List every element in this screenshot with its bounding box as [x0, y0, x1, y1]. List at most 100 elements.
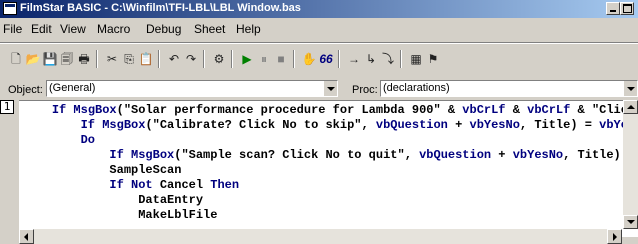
toolbar-separator: [158, 50, 160, 68]
maximize-button[interactable]: [620, 2, 634, 15]
code-line[interactable]: If MsgBox("Solar performance procedure f…: [23, 103, 635, 117]
step-over-icon[interactable]: ↳: [363, 51, 379, 67]
code-text: ("Sample scan? Click No to quit",: [174, 148, 420, 162]
toolbar-separator: [293, 50, 295, 68]
pause-icon[interactable]: ⏸: [256, 51, 272, 67]
scroll-down-icon[interactable]: [623, 215, 638, 229]
object-label: Object:: [8, 84, 43, 96]
toolbar-separator: [96, 50, 98, 68]
paste-icon[interactable]: 📋: [138, 51, 154, 67]
code-keyword: vbYesNo: [469, 118, 520, 132]
code-line[interactable]: SampleScan: [23, 163, 181, 177]
vertical-scrollbar[interactable]: [623, 100, 638, 229]
code-keyword: Do: [80, 133, 96, 147]
undo-icon[interactable]: ↶: [166, 51, 182, 67]
toolbar-divider: [0, 42, 638, 44]
quick-watch-icon[interactable]: 66: [318, 51, 334, 67]
code-keyword: If: [80, 118, 103, 132]
toggle-breakpoint-icon[interactable]: ✋: [301, 51, 317, 67]
code-line[interactable]: DataEntry: [23, 193, 203, 207]
code-keyword: vbYesNo: [512, 148, 564, 162]
code-keyword: MsgBox: [102, 118, 146, 132]
window-title: FilmStar BASIC - C:\Winfilm\TFI-LBL\LBL …: [20, 2, 301, 14]
toolbar-separator: [400, 50, 402, 68]
toolbar-separator: [338, 50, 340, 68]
proc-dropdown[interactable]: (declarations): [380, 80, 638, 97]
code-keyword: vbQuestion: [419, 148, 492, 162]
code-keyword: MsgBox: [131, 148, 175, 162]
code-keyword: vbCrLf: [462, 103, 506, 117]
object-dropdown[interactable]: (General): [46, 80, 338, 97]
dialog-editor-icon[interactable]: ⚙: [211, 51, 227, 67]
redo-icon[interactable]: ↷: [183, 51, 199, 67]
object-browser-icon[interactable]: ▦: [408, 51, 424, 67]
code-editor[interactable]: If MsgBox("Solar performance procedure f…: [19, 100, 638, 237]
object-dropdown-value: (General): [49, 82, 96, 94]
code-line[interactable]: If MsgBox("Calibrate? Click No to skip",…: [23, 118, 636, 132]
run-icon[interactable]: ▶: [239, 51, 255, 67]
step-into-icon[interactable]: →: [346, 51, 362, 67]
references-icon[interactable]: ⚑: [425, 51, 441, 67]
code-keyword: MsgBox: [73, 103, 117, 117]
line-number: 1: [0, 100, 14, 114]
code-text: &: [505, 103, 528, 117]
toolbar-separator: [231, 50, 233, 68]
code-text: SampleScan: [109, 163, 182, 177]
menu-edit[interactable]: Edit: [31, 22, 52, 36]
new-file-icon[interactable]: 🗋: [8, 51, 24, 67]
proc-dropdown-value: (declarations): [383, 82, 450, 94]
scroll-up-icon[interactable]: [623, 100, 638, 114]
code-text: DataEntry: [138, 193, 204, 207]
horizontal-scrollbar[interactable]: [19, 229, 622, 244]
scroll-left-icon[interactable]: [19, 229, 34, 244]
menu-view[interactable]: View: [60, 22, 86, 36]
code-text: MakeLblFile: [138, 208, 218, 222]
toolbar-separator: [203, 50, 205, 68]
proc-label: Proc:: [352, 84, 378, 96]
chevron-down-icon[interactable]: [323, 81, 337, 96]
code-text: Cancel: [159, 178, 211, 192]
code-text: +: [447, 118, 470, 132]
menu-sheet[interactable]: Sheet: [194, 22, 225, 36]
cut-icon[interactable]: ✂: [104, 51, 120, 67]
code-line[interactable]: If Not Cancel Then: [23, 178, 239, 192]
menu-bar: File Edit View Macro Debug Sheet Help: [0, 19, 638, 39]
chevron-down-icon[interactable]: [623, 81, 637, 96]
code-keyword: If: [51, 103, 74, 117]
menu-file[interactable]: File: [3, 22, 22, 36]
code-keyword: vbQuestion: [375, 118, 448, 132]
menu-macro[interactable]: Macro: [97, 22, 130, 36]
title-bar: FilmStar BASIC - C:\Winfilm\TFI-LBL\LBL …: [0, 0, 638, 18]
open-folder-icon[interactable]: 📂: [25, 51, 41, 67]
scroll-right-icon[interactable]: [607, 229, 622, 244]
save-icon[interactable]: 💾: [42, 51, 58, 67]
app-icon[interactable]: [3, 2, 17, 15]
menu-help[interactable]: Help: [236, 22, 261, 36]
copy-icon[interactable]: ⎘: [121, 51, 137, 67]
code-line[interactable]: Do: [23, 133, 95, 147]
code-keyword: vbCrLf: [527, 103, 571, 117]
code-text: +: [491, 148, 513, 162]
code-keyword: If Not: [109, 178, 160, 192]
code-text: ("Solar performance procedure for Lambda…: [116, 103, 463, 117]
code-keyword: Then: [210, 178, 240, 192]
code-text: ("Calibrate? Click No to skip",: [145, 118, 376, 132]
code-text: , Title) =: [519, 118, 600, 132]
save-all-icon[interactable]: 🗐: [59, 51, 75, 67]
print-icon[interactable]: 🖶: [76, 51, 92, 67]
code-line[interactable]: If MsgBox("Sample scan? Click No to quit…: [23, 148, 635, 162]
code-line[interactable]: MakeLblFile: [23, 208, 217, 222]
step-out-icon[interactable]: ⤵: [380, 51, 396, 67]
minimize-button[interactable]: [606, 2, 620, 15]
menu-debug[interactable]: Debug: [146, 22, 181, 36]
code-keyword: If: [109, 148, 132, 162]
stop-icon[interactable]: ■: [273, 51, 289, 67]
